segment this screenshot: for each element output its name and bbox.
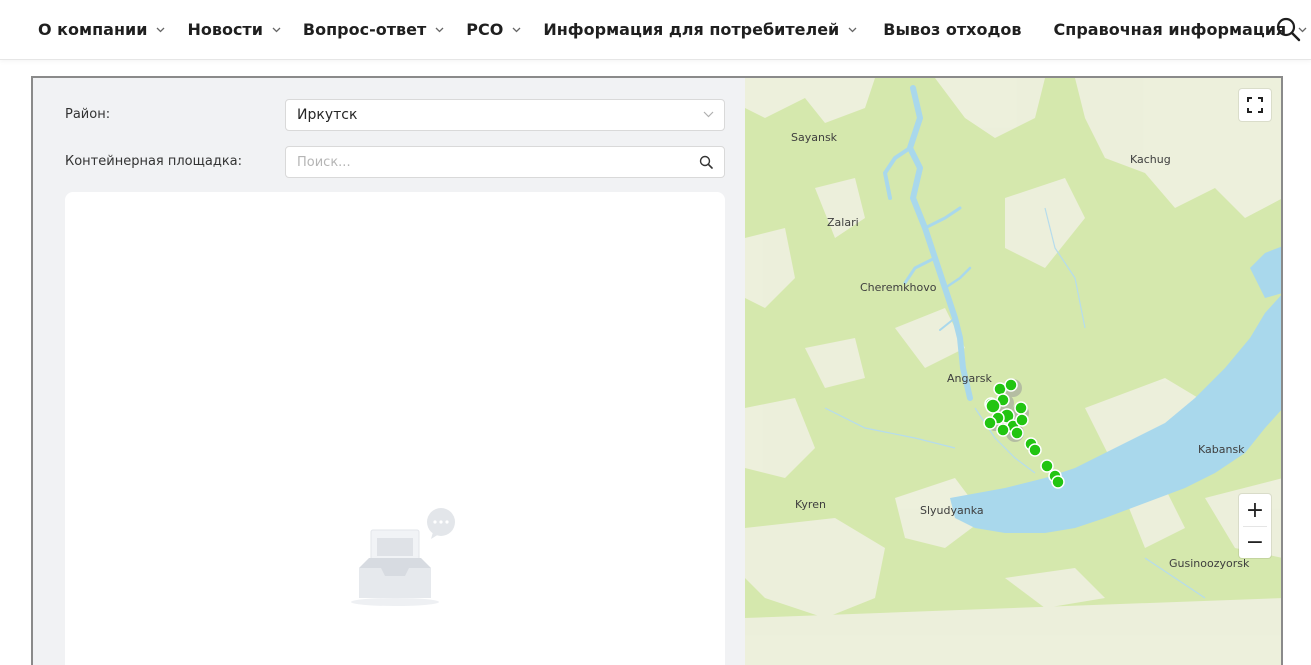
nav-item-label: Справочная информация xyxy=(1053,20,1287,39)
district-value: Иркутск xyxy=(297,107,358,123)
search-icon[interactable] xyxy=(1275,16,1301,42)
chevron-down-icon xyxy=(272,27,281,33)
chevron-down-icon xyxy=(512,27,521,33)
container-site-label: Контейнерная площадка: xyxy=(65,154,243,169)
map-label-slyudyanka: Slyudyanka xyxy=(920,504,984,517)
nav-item-faq[interactable]: Вопрос-ответ xyxy=(303,0,444,60)
zoom-controls: + − xyxy=(1239,494,1271,558)
container-site-search xyxy=(285,146,725,178)
container-site-search-input[interactable] xyxy=(286,147,676,177)
chevron-down-icon xyxy=(848,27,857,33)
nav-item-label: Вывоз отходов xyxy=(883,20,1022,39)
top-navigation: О компании Новости Вопрос-ответ РСО Инфо… xyxy=(0,0,1311,60)
fullscreen-button[interactable] xyxy=(1239,89,1271,121)
chevron-down-icon xyxy=(703,111,714,118)
nav-item-about[interactable]: О компании xyxy=(38,0,165,60)
district-label: Район: xyxy=(65,107,111,122)
nav-item-reference-info[interactable]: Справочная информация xyxy=(1054,0,1308,60)
map-label-kachug: Kachug xyxy=(1130,153,1171,166)
chevron-down-icon xyxy=(435,27,444,33)
map-label-kyren: Kyren xyxy=(795,498,826,511)
nav-item-label: Вопрос-ответ xyxy=(302,20,427,39)
map-label-angarsk: Angarsk xyxy=(947,372,992,385)
main-frame: Район: Иркутск Контейнерная площадка: По… xyxy=(31,76,1283,665)
nav-item-label: Информация для потребителей xyxy=(543,20,840,39)
nav-item-label: РСО xyxy=(466,20,504,39)
district-select[interactable]: Иркутск xyxy=(285,99,725,131)
chevron-down-icon xyxy=(156,27,165,33)
map-view[interactable]: Sayansk Kachug Zalari Cheremkhovo Angars… xyxy=(745,78,1281,665)
search-icon[interactable] xyxy=(699,155,713,169)
nav-item-label: О компании xyxy=(38,20,148,39)
fullscreen-icon xyxy=(1247,97,1263,113)
map-label-sayansk: Sayansk xyxy=(791,131,838,144)
nav-item-rso[interactable]: РСО xyxy=(466,0,521,60)
filter-panel: Район: Иркутск Контейнерная площадка: xyxy=(33,78,745,665)
map-tiles xyxy=(745,78,1281,665)
nav-item-label: Новости xyxy=(187,20,263,39)
zoom-in-button[interactable]: + xyxy=(1239,494,1271,526)
nav-item-consumer-info[interactable]: Информация для потребителей xyxy=(543,0,857,60)
nav-item-waste-removal[interactable]: Вывоз отходов xyxy=(883,0,1021,60)
map-label-zalari: Zalari xyxy=(827,216,859,229)
map-label-kabansk: Kabansk xyxy=(1198,443,1245,456)
container-site-list xyxy=(65,192,725,665)
nav-item-news[interactable]: Новости xyxy=(187,0,281,60)
empty-inbox-icon xyxy=(351,508,455,606)
map-label-gusinoozyorsk: Gusinoozyorsk xyxy=(1169,557,1250,570)
zoom-out-button[interactable]: − xyxy=(1239,526,1271,558)
map-label-cheremkhovo: Cheremkhovo xyxy=(860,281,937,294)
